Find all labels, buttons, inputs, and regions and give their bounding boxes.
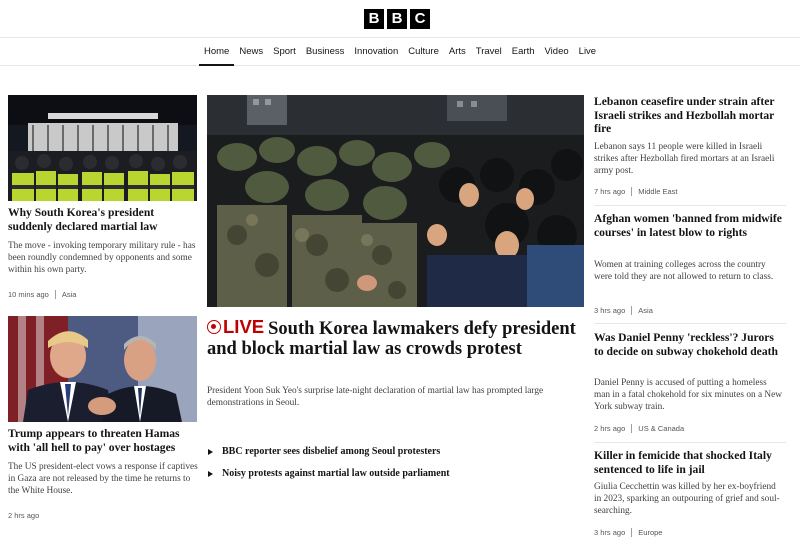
section-tag[interactable]: Asia — [638, 306, 653, 315]
section-tag[interactable]: Europe — [638, 528, 662, 537]
timestamp: 2 hrs ago — [594, 424, 626, 433]
timestamp: 2 hrs ago — [8, 511, 40, 520]
logo-letter: B — [387, 9, 407, 29]
timestamp: 3 hrs ago — [594, 528, 626, 537]
right-card-3-meta: 2 hrs ago US & Canada — [594, 424, 684, 433]
right-card-2-headline[interactable]: Afghan women 'banned from midwife course… — [594, 212, 784, 239]
nav-item-live[interactable]: Live — [574, 39, 601, 66]
timestamp: 10 mins ago — [8, 290, 49, 299]
related-link-text: BBC reporter sees disbelief among Seoul … — [222, 446, 441, 457]
nav-item-innovation[interactable]: Innovation — [349, 39, 403, 66]
right-card-1-meta: 7 hrs ago Middle East — [594, 187, 677, 196]
timestamp: 7 hrs ago — [594, 187, 626, 196]
soldiers-protesters-image[interactable] — [207, 95, 584, 307]
right-card-1-headline[interactable]: Lebanon ceasefire under strain after Isr… — [594, 95, 784, 136]
martial-law-police-image[interactable] — [8, 95, 197, 201]
left-card-2-summary: The US president-elect vows a response i… — [8, 462, 198, 496]
related-link-text: Noisy protests against martial law outsi… — [222, 468, 450, 479]
right-card-4-meta: 3 hrs ago Europe — [594, 528, 662, 537]
meta-divider — [631, 187, 633, 196]
card-divider — [594, 205, 786, 206]
trump-netanyahu-image[interactable] — [8, 316, 197, 422]
nav-item-earth[interactable]: Earth — [507, 39, 540, 66]
right-card-2-meta: 3 hrs ago Asia — [594, 306, 653, 315]
related-link[interactable]: Noisy protests against martial law outsi… — [208, 468, 450, 479]
live-indicator-icon — [207, 320, 221, 334]
play-triangle-icon — [208, 448, 213, 455]
left-card-1-headline[interactable]: Why South Korea's president suddenly dec… — [8, 206, 200, 233]
play-triangle-icon — [208, 470, 213, 477]
left-card-2-meta: 2 hrs ago — [8, 511, 39, 520]
main-summary: President Yoon Suk Yeo's surprise late-n… — [207, 386, 544, 408]
logo-letter: B — [364, 9, 384, 29]
right-card-3-headline[interactable]: Was Daniel Penny 'reckless'? Jurors to d… — [594, 331, 784, 358]
card-divider — [594, 442, 786, 443]
live-label: LIVE — [223, 316, 265, 337]
nav-item-culture[interactable]: Culture — [403, 39, 444, 66]
nav-item-video[interactable]: Video — [540, 39, 574, 66]
right-card-4-headline[interactable]: Killer in femicide that shocked Italy se… — [594, 449, 784, 476]
related-link[interactable]: BBC reporter sees disbelief among Seoul … — [208, 446, 440, 457]
meta-divider — [631, 528, 633, 537]
left-card-1-meta: 10 mins ago Asia — [8, 290, 76, 299]
left-card-1-summary: The move - invoking temporary military r… — [8, 241, 196, 275]
section-tag[interactable]: US & Canada — [638, 424, 684, 433]
meta-divider — [631, 306, 633, 315]
main-headline[interactable]: LIVE South Korea lawmakers defy president… — [207, 317, 577, 359]
right-card-2-summary: Women at training colleges across the co… — [594, 260, 774, 282]
nav-item-arts[interactable]: Arts — [444, 39, 471, 66]
left-card-2-headline[interactable]: Trump appears to threaten Hamas with 'al… — [8, 427, 200, 454]
nav-item-news[interactable]: News — [234, 39, 268, 66]
meta-divider — [54, 290, 56, 299]
section-tag[interactable]: Middle East — [638, 187, 677, 196]
nav-item-business[interactable]: Business — [301, 39, 350, 66]
bbc-logo[interactable]: B B C — [364, 9, 430, 29]
nav-item-sport[interactable]: Sport — [268, 39, 301, 66]
meta-divider — [631, 424, 633, 433]
nav-item-travel[interactable]: Travel — [471, 39, 507, 66]
right-card-1-summary: Lebanon says 11 people were killed in Is… — [594, 142, 775, 176]
main-nav: Home News Sport Business Innovation Cult… — [0, 39, 800, 66]
card-divider — [594, 323, 786, 324]
logo-letter: C — [410, 9, 430, 29]
nav-item-home[interactable]: Home — [199, 39, 235, 66]
right-card-4-summary: Giulia Cecchettin was killed by her ex-b… — [594, 482, 780, 516]
masthead: B B C — [0, 0, 800, 38]
section-tag[interactable]: Asia — [62, 290, 77, 299]
live-badge: LIVE — [207, 317, 264, 337]
timestamp: 3 hrs ago — [594, 306, 626, 315]
right-card-3-summary: Daniel Penny is accused of putting a hom… — [594, 378, 782, 412]
